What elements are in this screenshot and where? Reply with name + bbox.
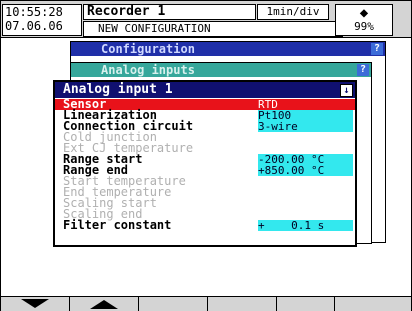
param-value[interactable]: 3-wire (258, 121, 353, 132)
param-value[interactable]: +850.00 °C (258, 165, 353, 176)
time-text: 10:55:28 (5, 5, 63, 19)
softkey-bar (1, 296, 411, 311)
configuration-titlebar: Configuration ? (71, 42, 385, 56)
analog-inputs-titlebar: Analog inputs ? (71, 63, 371, 77)
help-icon[interactable]: ? (371, 43, 383, 55)
softkey-arrow-up[interactable] (70, 297, 139, 311)
analog-inputs-title: Analog inputs (101, 63, 195, 77)
analog-input-1-titlebar: Analog input 1 ↓ (55, 82, 355, 98)
date-text: 07.06.06 (5, 19, 63, 33)
analog-input-1-title: Analog input 1 (63, 82, 173, 97)
param-row[interactable]: Filter constant + 0.1 s (55, 218, 355, 232)
memory-card-icon: ◆ (359, 5, 369, 21)
softkey-empty-5[interactable] (277, 297, 335, 311)
softkey-empty-6[interactable] (335, 297, 410, 311)
scroll-down-icon[interactable]: ↓ (340, 84, 353, 97)
analog-input-1-window: Analog input 1 ↓ Sensor RTD Linearization P… (53, 80, 357, 247)
softkey-arrow-down[interactable] (1, 297, 70, 311)
status-header: 10:55:28 07.06.06 Recorder 1 1min/div NE… (1, 1, 411, 38)
help-icon[interactable]: ? (357, 64, 369, 76)
softkey-empty-4[interactable] (208, 297, 277, 311)
param-label: Filter constant (63, 218, 172, 232)
chart-speed: 1min/div (257, 4, 329, 20)
param-value[interactable]: + 0.1 s (258, 220, 353, 231)
memory-percent: 99% (354, 20, 374, 33)
memory-status: ◆ 99% (335, 4, 393, 36)
clock-display: 10:55:28 07.06.06 (2, 4, 82, 36)
configuration-title: Configuration (101, 42, 195, 56)
softkey-empty-3[interactable] (139, 297, 208, 311)
parameter-list: Sensor RTD Linearization Pt100 Connection ci… (55, 98, 355, 232)
status-subtitle: NEW CONFIGURATION (83, 21, 343, 37)
recorder-title: Recorder 1 (83, 4, 256, 20)
arrow-up-icon (90, 300, 118, 309)
arrow-down-icon (21, 299, 49, 308)
recorder-screen: 10:55:28 07.06.06 Recorder 1 1min/div NE… (0, 0, 412, 311)
